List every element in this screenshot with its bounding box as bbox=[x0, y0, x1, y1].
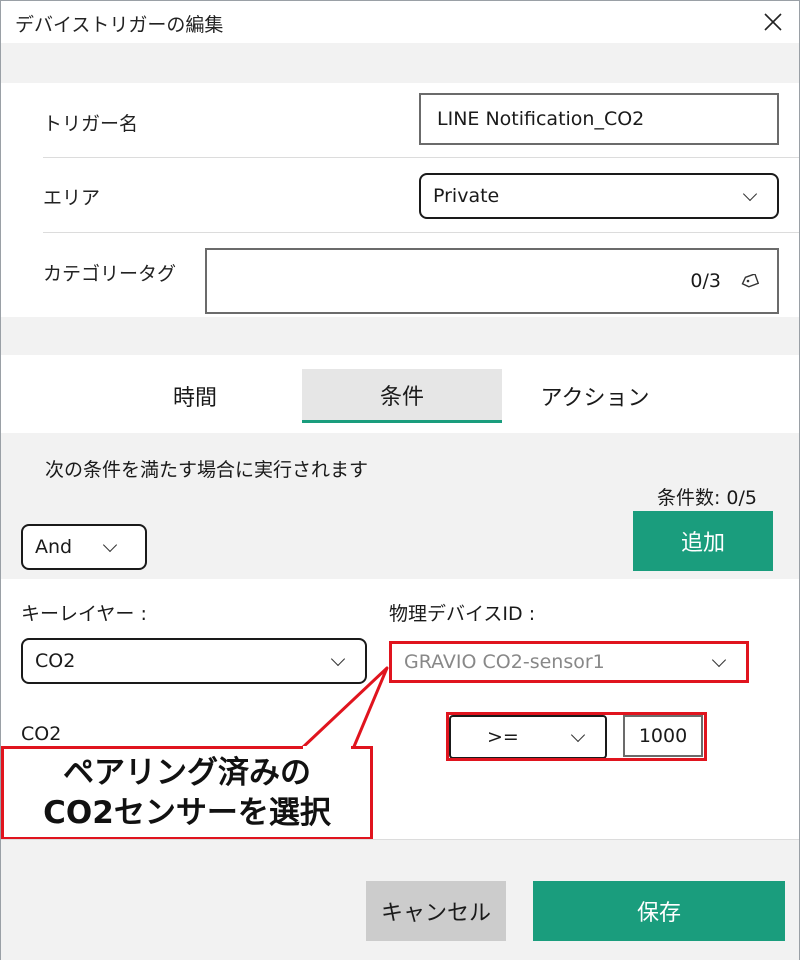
chevron-down-icon bbox=[742, 186, 758, 202]
device-id-value: GRAVIO CO2-sensor1 bbox=[404, 651, 605, 673]
tab-actions-label: アクション bbox=[540, 386, 650, 411]
save-button[interactable]: 保存 bbox=[533, 881, 785, 941]
trigger-settings-section: トリガー名 エリア カテゴリータグ LINE Notification_CO2 … bbox=[1, 43, 799, 355]
annotation-callout: ペアリング済みの CO2センサーを選択 bbox=[1, 746, 373, 840]
annotation-line-2: CO2センサーを選択 bbox=[43, 795, 331, 831]
dialog-title: デバイストリガーの編集 bbox=[15, 14, 224, 36]
tab-conditions[interactable]: 条件 bbox=[302, 369, 502, 423]
logic-operator-select[interactable]: And bbox=[21, 524, 147, 570]
dialog-footer: キャンセル 保存 bbox=[1, 840, 799, 960]
conditions-description: 次の条件を満たす場合に実行されます bbox=[45, 459, 369, 481]
close-icon bbox=[764, 13, 782, 31]
sensor-value-label: CO2 bbox=[21, 723, 62, 745]
edit-device-trigger-dialog: デバイストリガーの編集 トリガー名 エリア カテゴリータグ LINE Notif… bbox=[0, 0, 800, 960]
row-divider bbox=[43, 157, 799, 158]
annotation-line-1: ペアリング済みの bbox=[63, 755, 311, 791]
area-select[interactable]: Private bbox=[419, 173, 779, 219]
area-select-value: Private bbox=[433, 185, 500, 207]
title-bar: デバイストリガーの編集 bbox=[1, 1, 799, 43]
row-divider bbox=[43, 232, 799, 233]
tab-time-label: 時間 bbox=[172, 386, 217, 411]
conditions-header: 次の条件を満たす場合に実行されます 条件数: 0/5 And 追加 bbox=[1, 433, 799, 579]
category-tag-label: カテゴリータグ bbox=[43, 263, 177, 285]
area-label: エリア bbox=[43, 187, 101, 209]
save-label: 保存 bbox=[636, 901, 681, 926]
tab-conditions-label: 条件 bbox=[379, 384, 424, 410]
key-layer-select[interactable]: CO2 bbox=[21, 638, 367, 684]
category-tag-count: 0/3 bbox=[690, 270, 721, 292]
add-condition-button[interactable]: 追加 bbox=[633, 511, 773, 571]
close-button[interactable] bbox=[755, 5, 791, 39]
key-layer-label: キーレイヤー : bbox=[21, 603, 147, 625]
conditions-count: 条件数: 0/5 bbox=[656, 487, 757, 509]
device-id-label: 物理デバイスID : bbox=[389, 603, 536, 625]
cancel-label: キャンセル bbox=[380, 901, 491, 926]
tab-time[interactable]: 時間 bbox=[95, 369, 295, 423]
tab-actions[interactable]: アクション bbox=[495, 369, 695, 423]
device-id-select[interactable]: GRAVIO CO2-sensor1 bbox=[389, 641, 749, 683]
highlight-box bbox=[446, 712, 707, 761]
logic-operator-value: And bbox=[35, 536, 73, 558]
chevron-down-icon bbox=[330, 651, 346, 667]
add-condition-label: 追加 bbox=[680, 531, 725, 556]
chevron-down-icon bbox=[711, 652, 727, 668]
chevron-down-icon bbox=[102, 537, 118, 553]
tag-icon bbox=[741, 274, 759, 288]
trigger-name-label: トリガー名 bbox=[43, 113, 139, 135]
trigger-name-value: LINE Notification_CO2 bbox=[437, 108, 645, 130]
cancel-button[interactable]: キャンセル bbox=[366, 881, 506, 941]
trigger-name-input[interactable]: LINE Notification_CO2 bbox=[419, 93, 779, 145]
key-layer-value: CO2 bbox=[35, 650, 76, 672]
callout-joint bbox=[303, 746, 351, 752]
category-tag-input[interactable]: 0/3 bbox=[205, 248, 779, 314]
tab-bar: 時間 条件 アクション bbox=[1, 355, 799, 433]
